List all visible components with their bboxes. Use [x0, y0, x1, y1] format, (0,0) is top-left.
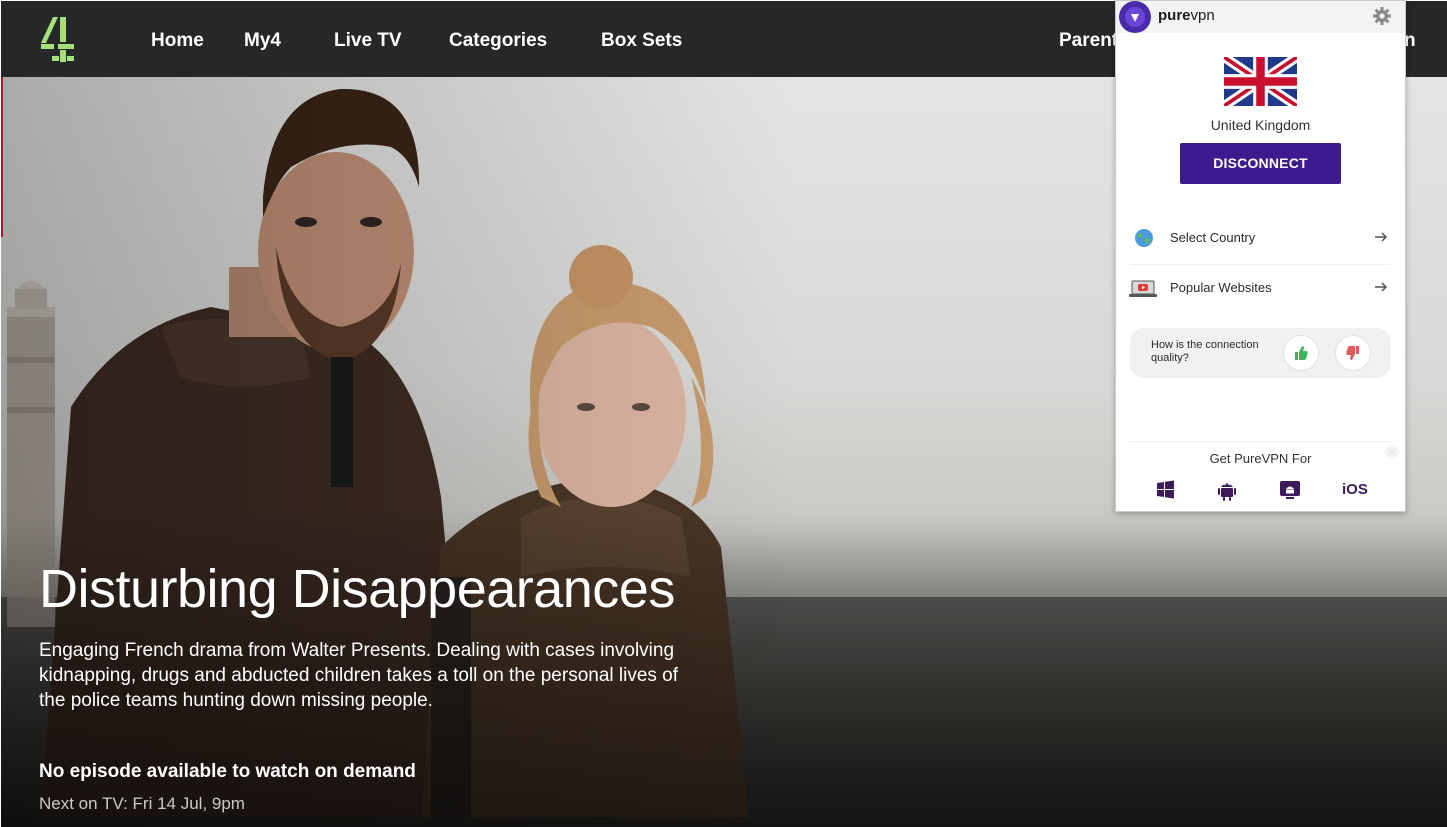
- nav-live-tv[interactable]: Live TV: [334, 29, 402, 53]
- nav-parental[interactable]: Parent: [1059, 29, 1118, 53]
- programme-description: Engaging French drama from Walter Presen…: [39, 640, 679, 711]
- footer-divider: [1130, 441, 1391, 442]
- select-country-row[interactable]: Select Country: [1128, 218, 1393, 258]
- purevpn-logo-icon: [1119, 1, 1151, 33]
- ios-link[interactable]: iOS: [1342, 479, 1372, 501]
- uk-flag-icon: [1221, 52, 1300, 111]
- purevpn-wordmark: purevpn: [1158, 7, 1215, 25]
- connection-feedback: How is the connection quality?: [1130, 328, 1391, 378]
- browser-page: Home My4 Live TV Categories Box Sets Par…: [0, 0, 1447, 827]
- feedback-question: How is the connection quality?: [1151, 339, 1259, 364]
- channel4-logo-icon[interactable]: [38, 15, 78, 65]
- nav-categories[interactable]: Categories: [449, 29, 547, 53]
- disconnect-button[interactable]: DISCONNECT: [1180, 143, 1341, 184]
- nav-box-sets[interactable]: Box Sets: [601, 29, 682, 53]
- thumbs-up-icon[interactable]: [1283, 335, 1319, 371]
- get-purevpn-for: Get PureVPN For: [1209, 451, 1312, 466]
- arrow-right-icon: [1373, 229, 1389, 245]
- select-country-label: Select Country: [1170, 230, 1256, 245]
- purevpn-header: purevpn: [1116, 1, 1405, 33]
- nav-home[interactable]: Home: [151, 29, 204, 53]
- purevpn-wordmark-bold: pure: [1158, 7, 1191, 24]
- connected-country: United Kingdom: [1210, 117, 1311, 133]
- android-tv-icon[interactable]: [1277, 478, 1303, 502]
- arrow-right-icon: [1373, 279, 1389, 295]
- nav-my4[interactable]: My4: [244, 29, 281, 53]
- windows-icon[interactable]: [1153, 478, 1179, 502]
- youtube-laptop-icon: [1128, 276, 1158, 300]
- menu-divider: [1130, 264, 1391, 265]
- globe-icon: [1132, 226, 1156, 250]
- popular-websites-label: Popular Websites: [1170, 280, 1272, 295]
- purevpn-wordmark-light: vpn: [1190, 7, 1215, 24]
- next-on-tv: Next on TV: Fri 14 Jul, 9pm: [39, 794, 245, 813]
- programme-title: Disturbing Disappearances: [39, 559, 675, 619]
- availability-status: No episode available to watch on demand: [39, 761, 416, 782]
- android-icon[interactable]: [1214, 478, 1240, 502]
- left-accent-strip: [1, 77, 3, 237]
- popular-websites-row[interactable]: Popular Websites: [1128, 268, 1393, 308]
- thumbs-down-icon[interactable]: [1335, 335, 1371, 371]
- purevpn-popup: purevpn United Kingdom DISCONNECT Select…: [1115, 0, 1406, 512]
- settings-gear-icon[interactable]: [1372, 6, 1392, 26]
